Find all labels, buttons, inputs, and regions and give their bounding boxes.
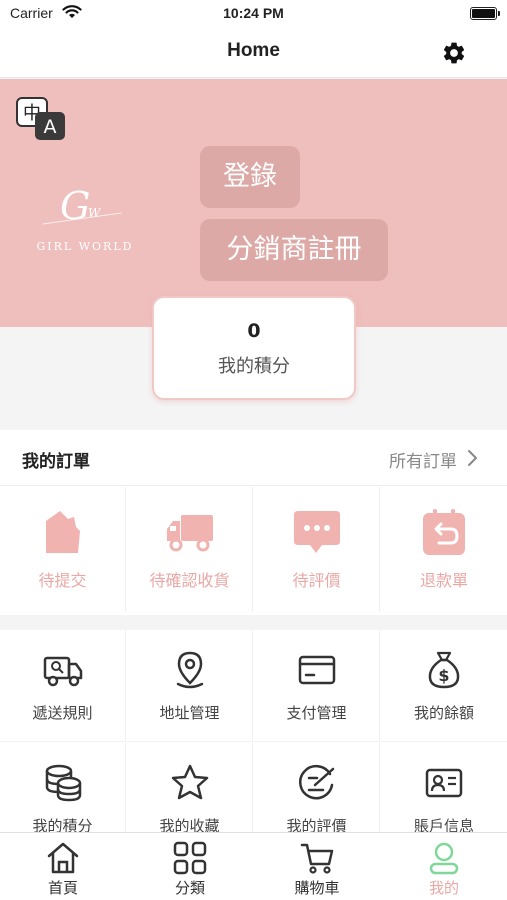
- chevron-right-icon[interactable]: [465, 449, 479, 467]
- order-status-label: 退款單: [419, 571, 468, 590]
- location-pin-icon: [176, 651, 204, 689]
- battery-icon: [470, 7, 500, 20]
- orders-header: 我的訂單 所有訂單: [0, 430, 507, 486]
- tab-categories[interactable]: 分類: [127, 839, 253, 899]
- login-button[interactable]: 登錄: [200, 146, 300, 208]
- clock: 10:24 PM: [223, 5, 284, 21]
- grid-icon: [173, 841, 207, 875]
- my-balance-item[interactable]: $ 我的餘額: [381, 630, 507, 742]
- address-management-item[interactable]: 地址管理: [127, 630, 253, 742]
- order-status-label: 待提交: [38, 571, 87, 590]
- coins-stack-icon: [45, 764, 82, 802]
- orders-title: 我的訂單: [22, 452, 90, 472]
- order-status-label: 待確認收貨: [149, 571, 230, 590]
- profile-header: 中 A G W GIRL WORLD 登錄 分銷商註冊: [0, 79, 507, 327]
- delivery-rules-item[interactable]: 遞送規則: [0, 630, 126, 742]
- credit-card-icon: [298, 655, 336, 685]
- cart-icon: [300, 843, 334, 874]
- brand-logo-text: GIRL WORLD: [36, 240, 134, 253]
- tab-cart[interactable]: 購物車: [254, 839, 380, 899]
- payment-management-item[interactable]: 支付管理: [254, 630, 380, 742]
- tab-label: 購物車: [294, 879, 340, 897]
- tab-home[interactable]: 首頁: [0, 839, 126, 899]
- service-label: 遞送規則: [32, 704, 93, 722]
- bag-icon: [46, 511, 80, 553]
- order-status-awaiting-review[interactable]: 待評價: [254, 487, 380, 612]
- services-grid: 遞送規則 地址管理 支付管理 $ 我的餘額 我的積分 我的收藏 我的評價 賬戶信…: [0, 630, 507, 855]
- language-switch-icon[interactable]: 中 A: [15, 96, 67, 142]
- page-title: Home: [227, 40, 280, 61]
- points-card[interactable]: 0 我的積分: [152, 296, 356, 400]
- money-bag-icon: $: [428, 651, 460, 689]
- points-label: 我的積分: [218, 356, 290, 377]
- truck-icon: [167, 515, 213, 552]
- tab-label: 首頁: [47, 879, 78, 897]
- order-status-label: 待評價: [292, 571, 341, 590]
- tab-label: 分類: [174, 879, 205, 897]
- settings-gear-icon[interactable]: [441, 40, 467, 66]
- order-status-pending-submit[interactable]: 待提交: [0, 487, 126, 612]
- delivery-truck-icon: [43, 656, 83, 687]
- refund-icon: [423, 509, 465, 555]
- service-label: 地址管理: [159, 704, 220, 722]
- svg-text:A: A: [44, 116, 57, 138]
- order-status-awaiting-receipt[interactable]: 待確認收貨: [127, 487, 253, 612]
- points-value: 0: [247, 320, 261, 342]
- order-status-refund[interactable]: 退款單: [381, 487, 507, 612]
- tab-label: 我的: [428, 879, 459, 897]
- star-icon: [171, 764, 209, 800]
- user-icon: [429, 842, 459, 875]
- svg-text:$: $: [438, 666, 449, 685]
- home-icon: [47, 842, 79, 874]
- tab-mine[interactable]: 我的: [381, 839, 507, 899]
- brand-logo: G W GIRL WORLD: [30, 184, 140, 264]
- tab-bar: 首頁 分類 購物車 我的: [0, 832, 507, 900]
- service-label: 支付管理: [286, 704, 347, 722]
- distributor-register-button[interactable]: 分銷商註冊: [200, 219, 388, 281]
- service-label: 我的餘額: [413, 704, 474, 722]
- navigation-bar: Home: [0, 30, 507, 78]
- review-check-icon: [299, 764, 335, 800]
- id-card-icon: [425, 768, 463, 798]
- orders-section: 我的訂單 所有訂單 待提交 待確認收貨 待評價 退款單: [0, 430, 507, 615]
- all-orders-link[interactable]: 所有訂單: [389, 447, 457, 472]
- status-bar: Carrier 10:24 PM: [0, 0, 507, 30]
- chat-bubble-icon: [294, 511, 340, 553]
